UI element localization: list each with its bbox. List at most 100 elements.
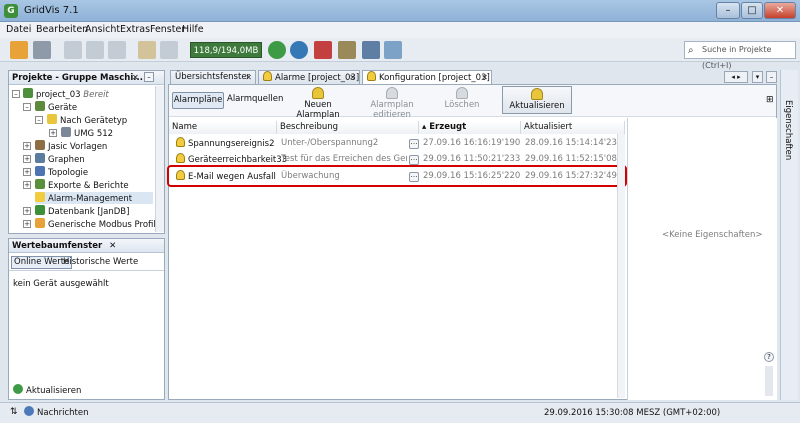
tree-item-device-type[interactable]: Nach Gerätetyp — [47, 114, 127, 126]
subtab-alarm-plans[interactable]: Alarmpläne — [172, 92, 224, 109]
expand-jasic-icon[interactable]: + — [23, 142, 31, 150]
description-edit-button[interactable]: … — [409, 155, 419, 165]
tab-close-icon[interactable]: ✕ — [481, 71, 488, 84]
menu-ansicht[interactable]: Ansicht — [85, 24, 120, 35]
tree-item-modbus[interactable]: Generische Modbus Profile — [35, 218, 161, 230]
tab-configuration[interactable]: Konfiguration [project_03] ✕ — [362, 70, 492, 84]
close-button[interactable]: ✕ — [764, 2, 796, 19]
tree-item-project[interactable]: project_03 Bereit — [23, 88, 109, 100]
edit-alarm-plan-button[interactable]: Alarmplan editieren — [354, 86, 430, 120]
tree-item-topology[interactable]: Topologie — [35, 166, 88, 178]
menu-fenster[interactable]: Fenster — [150, 24, 185, 35]
search-placeholder: Suche in Projekte (Ctrl+I) — [702, 45, 772, 70]
refresh-icon[interactable] — [268, 41, 286, 59]
tab-scroll-arrows[interactable]: ◂ ▸ — [724, 71, 748, 83]
database-icon — [35, 205, 45, 215]
expand-exports-icon[interactable]: + — [23, 181, 31, 189]
projects-panel-close-icon[interactable]: ✕ — [132, 73, 139, 82]
expand-devices-icon[interactable]: – — [23, 103, 31, 111]
maximize-button[interactable]: □ — [741, 2, 763, 19]
tab-overview[interactable]: Übersichtsfenster ✕ — [170, 70, 256, 84]
values-panel-header: Wertebaumfenster ✕ — [9, 239, 164, 253]
paste-icon[interactable] — [108, 41, 126, 59]
tab-close-icon[interactable]: ✕ — [245, 71, 252, 84]
menu-bar: Datei Bearbeiten Ansicht Extras Fenster … — [0, 22, 800, 38]
tab-list-icon[interactable]: ▾ — [752, 71, 763, 83]
connect-icon[interactable] — [290, 41, 308, 59]
column-header-created[interactable]: ▴ Erzeugt — [419, 121, 521, 134]
projects-panel-minimize-icon[interactable]: – — [144, 72, 154, 82]
tree-item-umg512[interactable]: UMG 512 — [61, 127, 113, 139]
menu-bearbeiten[interactable]: Bearbeiten — [36, 24, 88, 35]
column-header-name[interactable]: Name — [169, 121, 277, 134]
expand-topology-icon[interactable]: + — [23, 168, 31, 176]
tree-item-exports[interactable]: Exporte & Berichte — [35, 179, 129, 191]
expand-device-type-icon[interactable]: – — [35, 116, 43, 124]
cut-icon[interactable] — [64, 41, 82, 59]
description-edit-button[interactable]: … — [409, 139, 419, 149]
delete-icon — [456, 87, 468, 99]
redo-icon[interactable] — [160, 41, 178, 59]
export-icon[interactable] — [314, 41, 332, 59]
row-description: Unter-/Oberspannung2 — [281, 138, 379, 148]
sort-desc-icon: ▴ — [422, 122, 427, 132]
tab-close-icon[interactable]: ✕ — [349, 71, 356, 84]
expand-properties-icon[interactable]: ⊞ — [766, 95, 776, 105]
row-created: 27.09.16 16:16:19'190 — [423, 138, 521, 148]
notifications-button[interactable]: Nachrichten — [24, 406, 89, 418]
jasic-icon — [35, 140, 45, 150]
tree-item-database[interactable]: Datenbank [JanDB] — [35, 205, 129, 217]
tab-alarms[interactable]: Alarme [project_03] ✕ — [258, 70, 360, 84]
delete-button[interactable]: Löschen — [440, 86, 484, 114]
user-icon[interactable] — [362, 41, 380, 59]
open-project-icon[interactable] — [10, 41, 28, 59]
tab-historical-values[interactable]: Historische Werte — [63, 257, 138, 267]
refresh-icon — [13, 384, 23, 394]
values-panel: Wertebaumfenster ✕ Online Werte Historis… — [8, 238, 165, 400]
expand-database-icon[interactable]: + — [23, 207, 31, 215]
tree-item-devices[interactable]: Geräte — [35, 101, 77, 113]
column-header-description[interactable]: Beschreibung — [277, 121, 419, 134]
values-refresh-button[interactable]: Aktualisieren — [13, 384, 81, 396]
search-input[interactable]: ⌕ Suche in Projekte (Ctrl+I) — [684, 41, 796, 70]
table-scrollbar[interactable] — [617, 134, 625, 398]
tree-item-graphs[interactable]: Graphen — [35, 153, 85, 165]
tree-item-alarm-management[interactable]: Alarm-Management — [35, 192, 153, 204]
row-name[interactable]: Spannungsereignis2 — [176, 137, 274, 150]
values-panel-title: Wertebaumfenster — [12, 241, 103, 251]
tree-item-jasic[interactable]: Jasic Vorlagen — [35, 140, 107, 152]
help-icon[interactable]: ? — [764, 352, 774, 362]
main-toolbar: 118,9/194,0MB ⌕ Suche in Projekte (Ctrl+… — [0, 38, 800, 70]
expand-umg-icon[interactable]: + — [49, 129, 57, 137]
column-header-updated[interactable]: Aktualisiert — [521, 121, 625, 134]
values-panel-close-icon[interactable]: ✕ — [109, 241, 116, 251]
properties-side-tab[interactable]: Eigenschaften — [783, 100, 793, 160]
menu-extras[interactable]: Extras — [120, 24, 150, 35]
undo-icon[interactable] — [138, 41, 156, 59]
settings-icon[interactable] — [384, 41, 402, 59]
save-all-icon[interactable] — [33, 41, 51, 59]
expand-modbus-icon[interactable]: + — [23, 220, 31, 228]
projects-panel-title: Projekte - Gruppe Maschi... — [12, 73, 143, 83]
memory-indicator[interactable]: 118,9/194,0MB — [190, 42, 262, 58]
alarm-bell-icon — [176, 137, 185, 147]
new-alarm-plan-button[interactable]: Neuen Alarmplan — [282, 86, 354, 120]
folder-icon — [47, 114, 57, 124]
expand-graphs-icon[interactable]: + — [23, 155, 31, 163]
projects-scrollbar[interactable] — [155, 86, 164, 232]
minimize-button[interactable]: – — [716, 2, 740, 19]
properties-scrollbar[interactable] — [765, 366, 773, 396]
menu-hilfe[interactable]: Hilfe — [182, 24, 204, 35]
copy-icon[interactable] — [86, 41, 104, 59]
tools-icon[interactable] — [338, 41, 356, 59]
editor-minimize-icon[interactable]: – — [766, 71, 777, 83]
menu-datei[interactable]: Datei — [6, 24, 31, 35]
device-icon — [61, 127, 71, 137]
export-report-icon — [35, 179, 45, 189]
expand-project-icon[interactable]: – — [12, 90, 20, 98]
subtab-alarm-sources[interactable]: Alarmquellen — [227, 92, 283, 109]
refresh-bell-icon — [531, 88, 543, 100]
refresh-plans-button[interactable]: Aktualisieren — [502, 86, 572, 114]
no-device-message: kein Gerät ausgewählt — [13, 279, 109, 289]
status-menu-icon[interactable]: ⇅ — [10, 407, 18, 417]
